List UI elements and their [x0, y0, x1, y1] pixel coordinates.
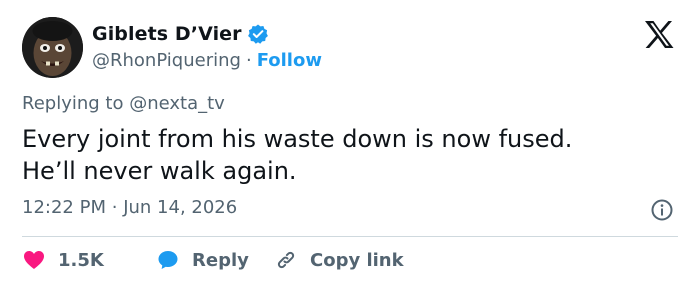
- link-icon: [277, 251, 295, 269]
- author-handle[interactable]: @RhonPiquering: [92, 50, 241, 71]
- author-handle-row: @RhonPiquering · Follow: [92, 48, 322, 72]
- action-bar: 1.5K Reply Copy link: [22, 246, 404, 274]
- tweet-card: Giblets D’Vier @RhonPiquering · Follow R…: [0, 0, 700, 287]
- verified-badge-icon: [247, 24, 268, 44]
- tweet-text-line: Every joint from his waste down is now f…: [22, 125, 573, 153]
- like-button[interactable]: 1.5K: [22, 248, 156, 272]
- handle-separator: ·: [245, 49, 252, 71]
- avatar-image: [22, 17, 83, 78]
- tweet-date: Jun 14, 2026: [123, 197, 238, 218]
- replying-to-line: Replying to @nexta_tv: [22, 93, 225, 114]
- info-icon[interactable]: [650, 198, 674, 222]
- reply-label: Reply: [192, 249, 249, 271]
- avatar[interactable]: [22, 17, 83, 78]
- author-name-row: Giblets D’Vier: [92, 21, 269, 47]
- tweet-text-line: He’ll never walk again.: [22, 157, 297, 185]
- author-display-name[interactable]: Giblets D’Vier: [92, 23, 242, 45]
- follow-button[interactable]: Follow: [257, 50, 322, 71]
- divider: [22, 236, 678, 237]
- reply-button[interactable]: Reply: [156, 248, 274, 272]
- replying-to-mention[interactable]: @nexta_tv: [129, 93, 225, 114]
- reply-bubble-icon: [158, 251, 178, 269]
- tweet-time: 12:22 PM: [22, 197, 106, 218]
- tweet-timestamp[interactable]: 12:22 PM · Jun 14, 2026: [22, 197, 237, 218]
- tweet-text: Every joint from his waste down is now f…: [22, 123, 662, 187]
- copy-link-button[interactable]: Copy link: [274, 248, 404, 272]
- like-count: 1.5K: [58, 249, 104, 271]
- replying-to-label: Replying to: [22, 93, 124, 114]
- copy-link-label: Copy link: [310, 249, 404, 271]
- timestamp-separator: ·: [111, 197, 118, 218]
- heart-icon: [24, 251, 44, 269]
- x-logo-icon[interactable]: [643, 20, 675, 49]
